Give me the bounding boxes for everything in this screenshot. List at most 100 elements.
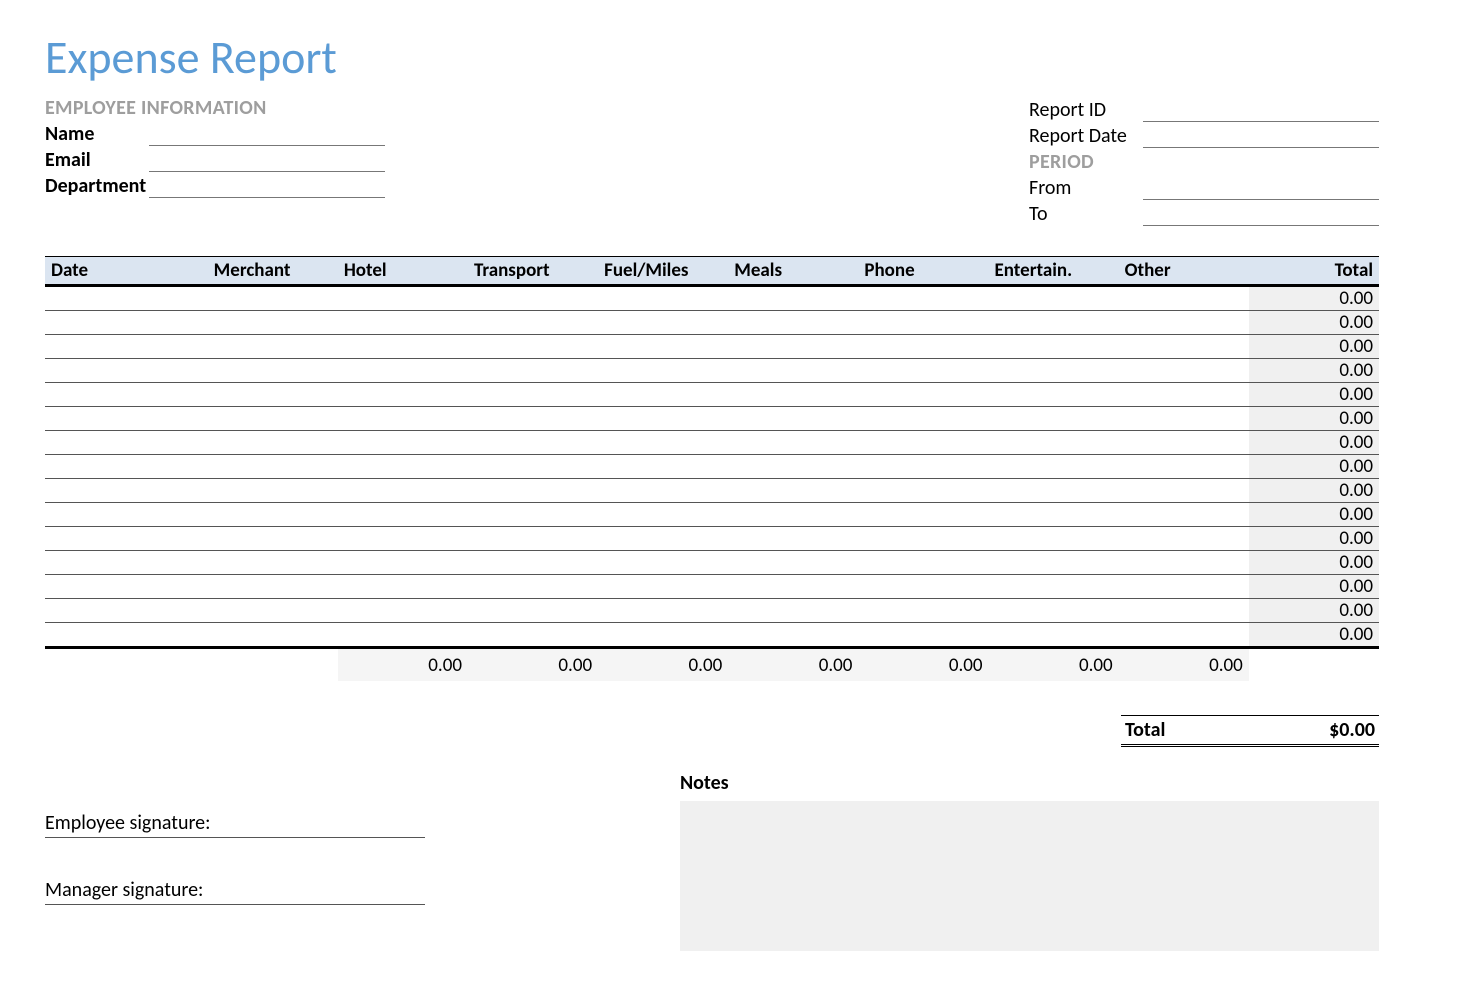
data-cell[interactable]: [858, 335, 988, 359]
data-cell[interactable]: [468, 503, 598, 527]
data-cell[interactable]: [468, 383, 598, 407]
data-cell[interactable]: [208, 527, 338, 551]
name-input[interactable]: [149, 123, 385, 146]
table-row[interactable]: 0.00: [45, 383, 1379, 407]
manager-signature-line[interactable]: Manager signature:: [45, 874, 425, 905]
data-cell[interactable]: [858, 575, 988, 599]
data-cell[interactable]: [208, 479, 338, 503]
data-cell[interactable]: [208, 455, 338, 479]
data-cell[interactable]: [728, 431, 858, 455]
data-cell[interactable]: [858, 431, 988, 455]
data-cell[interactable]: [468, 431, 598, 455]
data-cell[interactable]: [989, 575, 1119, 599]
data-cell[interactable]: [468, 527, 598, 551]
data-cell[interactable]: [208, 383, 338, 407]
data-cell[interactable]: [598, 599, 728, 623]
data-cell[interactable]: [598, 383, 728, 407]
data-cell[interactable]: [728, 455, 858, 479]
table-row[interactable]: 0.00: [45, 479, 1379, 503]
data-cell[interactable]: [208, 551, 338, 575]
data-cell[interactable]: [338, 383, 468, 407]
data-cell[interactable]: [468, 479, 598, 503]
data-cell[interactable]: [728, 503, 858, 527]
table-row[interactable]: 0.00: [45, 575, 1379, 599]
data-cell[interactable]: [598, 527, 728, 551]
data-cell[interactable]: [728, 286, 858, 311]
data-cell[interactable]: [598, 359, 728, 383]
data-cell[interactable]: [858, 551, 988, 575]
data-cell[interactable]: [1119, 311, 1249, 335]
data-cell[interactable]: [989, 335, 1119, 359]
data-cell[interactable]: [989, 623, 1119, 648]
data-cell[interactable]: [468, 455, 598, 479]
data-cell[interactable]: [1119, 383, 1249, 407]
data-cell[interactable]: [1119, 286, 1249, 311]
table-row[interactable]: 0.00: [45, 311, 1379, 335]
data-cell[interactable]: [208, 335, 338, 359]
data-cell[interactable]: [728, 575, 858, 599]
data-cell[interactable]: [858, 311, 988, 335]
data-cell[interactable]: [468, 359, 598, 383]
data-cell[interactable]: [468, 623, 598, 648]
table-row[interactable]: 0.00: [45, 407, 1379, 431]
data-cell[interactable]: [858, 383, 988, 407]
data-cell[interactable]: [45, 455, 208, 479]
data-cell[interactable]: [338, 503, 468, 527]
table-row[interactable]: 0.00: [45, 527, 1379, 551]
data-cell[interactable]: [728, 623, 858, 648]
data-cell[interactable]: [989, 551, 1119, 575]
data-cell[interactable]: [338, 407, 468, 431]
notes-input[interactable]: [680, 801, 1379, 951]
data-cell[interactable]: [208, 407, 338, 431]
table-row[interactable]: 0.00: [45, 359, 1379, 383]
data-cell[interactable]: [858, 455, 988, 479]
data-cell[interactable]: [728, 599, 858, 623]
data-cell[interactable]: [989, 383, 1119, 407]
data-cell[interactable]: [858, 503, 988, 527]
table-row[interactable]: 0.00: [45, 286, 1379, 311]
table-row[interactable]: 0.00: [45, 335, 1379, 359]
data-cell[interactable]: [208, 575, 338, 599]
data-cell[interactable]: [598, 407, 728, 431]
data-cell[interactable]: [989, 431, 1119, 455]
from-input[interactable]: [1143, 177, 1379, 200]
data-cell[interactable]: [1119, 503, 1249, 527]
data-cell[interactable]: [858, 359, 988, 383]
data-cell[interactable]: [45, 359, 208, 383]
data-cell[interactable]: [468, 335, 598, 359]
data-cell[interactable]: [208, 286, 338, 311]
data-cell[interactable]: [338, 479, 468, 503]
data-cell[interactable]: [468, 599, 598, 623]
data-cell[interactable]: [989, 455, 1119, 479]
table-row[interactable]: 0.00: [45, 623, 1379, 648]
data-cell[interactable]: [858, 527, 988, 551]
data-cell[interactable]: [858, 407, 988, 431]
data-cell[interactable]: [45, 431, 208, 455]
data-cell[interactable]: [989, 599, 1119, 623]
data-cell[interactable]: [598, 335, 728, 359]
data-cell[interactable]: [858, 599, 988, 623]
data-cell[interactable]: [338, 575, 468, 599]
data-cell[interactable]: [468, 575, 598, 599]
table-row[interactable]: 0.00: [45, 551, 1379, 575]
data-cell[interactable]: [45, 479, 208, 503]
data-cell[interactable]: [728, 311, 858, 335]
data-cell[interactable]: [338, 286, 468, 311]
table-row[interactable]: 0.00: [45, 431, 1379, 455]
data-cell[interactable]: [1119, 575, 1249, 599]
data-cell[interactable]: [728, 551, 858, 575]
data-cell[interactable]: [208, 623, 338, 648]
table-row[interactable]: 0.00: [45, 599, 1379, 623]
data-cell[interactable]: [989, 286, 1119, 311]
data-cell[interactable]: [338, 311, 468, 335]
data-cell[interactable]: [45, 311, 208, 335]
data-cell[interactable]: [45, 335, 208, 359]
data-cell[interactable]: [1119, 359, 1249, 383]
data-cell[interactable]: [338, 359, 468, 383]
email-input[interactable]: [149, 149, 385, 172]
data-cell[interactable]: [989, 527, 1119, 551]
data-cell[interactable]: [208, 431, 338, 455]
table-row[interactable]: 0.00: [45, 455, 1379, 479]
department-input[interactable]: [149, 175, 385, 198]
data-cell[interactable]: [338, 455, 468, 479]
